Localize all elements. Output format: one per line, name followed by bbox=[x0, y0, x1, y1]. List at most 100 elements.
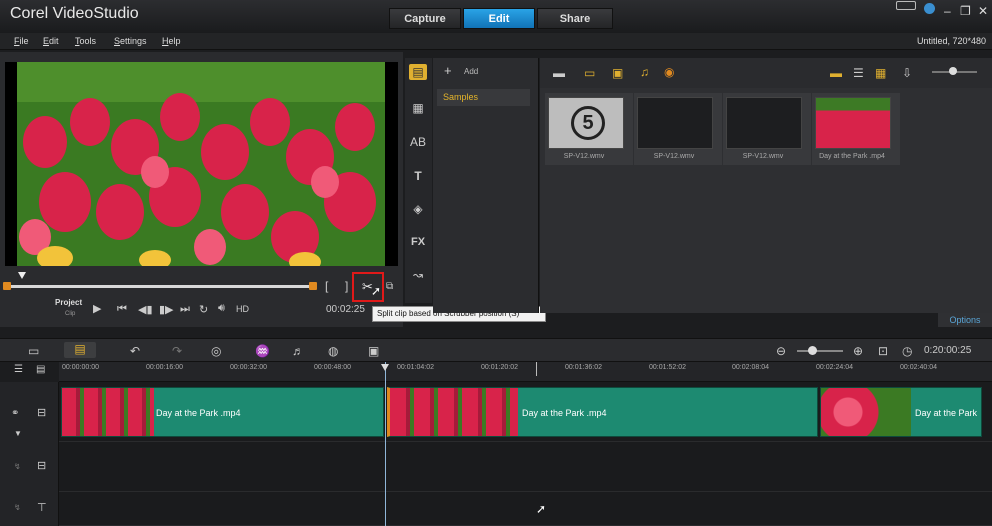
zoom-out-icon[interactable]: ⊖ bbox=[776, 344, 786, 358]
timeline-scrubber-head[interactable] bbox=[381, 364, 389, 371]
end-icon[interactable]: ⏭ bbox=[180, 303, 190, 316]
ruler-label: 00:02:40:04 bbox=[900, 364, 937, 371]
enlarge-icon[interactable]: ⧉ bbox=[386, 281, 393, 292]
volume-icon[interactable]: 🔊︎ bbox=[218, 302, 225, 315]
tab-capture[interactable]: Capture bbox=[389, 8, 461, 29]
video-thumbnail[interactable] bbox=[637, 97, 713, 149]
timeline-scrubber-line[interactable] bbox=[385, 362, 386, 526]
ruler-label: 00:00:48:00 bbox=[314, 364, 351, 371]
storyboard-view-icon[interactable]: ▭ bbox=[28, 344, 39, 358]
trim-end-handle[interactable] bbox=[309, 282, 317, 290]
preview-timecode[interactable]: 00:02:25 bbox=[326, 304, 365, 315]
clock-icon[interactable]: ◷ bbox=[902, 344, 912, 358]
expand-track-icon[interactable]: ▼ bbox=[14, 429, 22, 438]
timeline-view-icon[interactable]: ▤ bbox=[64, 342, 96, 358]
overlay-track-toggle-icon[interactable]: ↯ bbox=[14, 462, 21, 471]
next-frame-icon[interactable]: ▮▶ bbox=[159, 303, 174, 316]
menu-settings[interactable]: Settings bbox=[114, 36, 147, 46]
sort-icon[interactable]: ⇩ bbox=[902, 66, 912, 80]
previous-frame-icon[interactable]: ◀▮ bbox=[138, 303, 153, 316]
filter-icon[interactable]: FX bbox=[409, 234, 427, 250]
info-icon[interactable] bbox=[924, 3, 935, 14]
chapter-icon[interactable]: ▤ bbox=[36, 364, 45, 375]
thumbnail-size-knob[interactable] bbox=[949, 67, 957, 75]
clip-thumbnail bbox=[62, 388, 154, 436]
video-thumbnail[interactable] bbox=[726, 97, 802, 149]
title-icon[interactable]: T bbox=[409, 168, 427, 184]
thumbnail-view-icon[interactable]: ▬ bbox=[830, 66, 842, 80]
add-folder-label[interactable]: Add bbox=[464, 67, 478, 76]
title-track[interactable] bbox=[59, 492, 992, 526]
grid-view-icon[interactable]: ▦ bbox=[875, 66, 886, 80]
ruler-label: 00:00:16:00 bbox=[146, 364, 183, 371]
tab-share[interactable]: Share bbox=[537, 8, 613, 29]
tulip-thumbnail[interactable] bbox=[815, 97, 891, 149]
options-button[interactable]: Options bbox=[938, 313, 992, 327]
folder-icon[interactable]: ▬ bbox=[553, 66, 565, 80]
show-audio-icon[interactable]: ♫ bbox=[640, 65, 649, 79]
menu-file[interactable]: File bbox=[14, 36, 29, 46]
ruler-label: 00:01:20:02 bbox=[481, 364, 518, 371]
library-icon-bar: ▤ ▦ AB T ◈ FX ↝ bbox=[405, 58, 432, 303]
ruler-label: 00:02:24:04 bbox=[816, 364, 853, 371]
show-photos-icon[interactable]: ▣ bbox=[612, 66, 623, 80]
sound-mixer-icon[interactable]: ♒ bbox=[255, 344, 270, 358]
minimize-button[interactable]: – bbox=[944, 4, 951, 18]
ruler-label: 00:01:52:02 bbox=[649, 364, 686, 371]
motion-tracking-icon[interactable]: ◍ bbox=[328, 344, 338, 358]
overlay-track-icon[interactable]: ⊟ bbox=[37, 459, 46, 472]
mark-in-button[interactable]: [ bbox=[325, 279, 328, 293]
hd-toggle[interactable]: HD bbox=[236, 304, 249, 314]
show-videos-icon[interactable]: ▭ bbox=[584, 66, 595, 80]
track-manager-icon[interactable]: ☰ bbox=[14, 364, 23, 375]
project-mode-label[interactable]: Project bbox=[55, 298, 82, 307]
ruler-label: 00:01:36:02 bbox=[565, 364, 602, 371]
list-view-icon[interactable]: ☰ bbox=[853, 66, 864, 80]
path-icon[interactable]: ↝ bbox=[409, 267, 427, 283]
zoom-slider[interactable] bbox=[797, 350, 843, 352]
transition-icon[interactable]: AB bbox=[409, 134, 427, 150]
trim-bar[interactable] bbox=[6, 285, 316, 288]
subtitle-editor-icon[interactable]: ▣ bbox=[368, 344, 379, 358]
mark-out-button[interactable]: ] bbox=[345, 279, 348, 293]
menu-tools[interactable]: Tools bbox=[75, 36, 96, 46]
title-track-icon[interactable]: ⊤ bbox=[37, 501, 47, 514]
window-mode-icon[interactable] bbox=[896, 1, 916, 10]
record-capture-icon[interactable]: ◎ bbox=[211, 344, 221, 358]
video-clip-selected[interactable]: Day at the Park .mp4 bbox=[387, 387, 818, 437]
scrubber-head[interactable] bbox=[18, 272, 26, 279]
menu-edit[interactable]: Edit bbox=[43, 36, 59, 46]
import-icon[interactable]: ◉ bbox=[664, 65, 674, 79]
library-item-caption: SP-V12.wmv bbox=[563, 153, 605, 160]
redo-icon[interactable]: ↷ bbox=[172, 344, 182, 358]
trim-start-handle[interactable] bbox=[3, 282, 11, 290]
undo-icon[interactable]: ↶ bbox=[130, 344, 140, 358]
zoom-slider-knob[interactable] bbox=[808, 346, 817, 355]
close-button[interactable]: ✕ bbox=[978, 4, 988, 18]
title-track-toggle-icon[interactable]: ↯ bbox=[14, 503, 21, 512]
menu-bar: File Edit Tools Settings Help Untitled, … bbox=[0, 33, 992, 50]
fit-project-icon[interactable]: ⊡ bbox=[878, 344, 888, 358]
overlay-track[interactable] bbox=[59, 442, 992, 492]
repeat-icon[interactable]: ↻ bbox=[199, 303, 208, 316]
countdown-thumbnail[interactable]: 5 bbox=[548, 97, 624, 149]
tab-edit[interactable]: Edit bbox=[463, 8, 535, 29]
video-clip[interactable]: Day at the Park bbox=[820, 387, 982, 437]
samples-folder[interactable]: Samples bbox=[437, 89, 530, 106]
instant-project-icon[interactable]: ▦ bbox=[409, 100, 427, 116]
home-icon[interactable]: ⏮ bbox=[117, 303, 127, 316]
media-icon[interactable]: ▤ bbox=[409, 64, 427, 80]
menu-help[interactable]: Help bbox=[162, 36, 181, 46]
clip-mode-label[interactable]: Clip bbox=[65, 311, 75, 317]
add-icon[interactable]: + bbox=[444, 63, 452, 78]
video-clip[interactable]: Day at the Park .mp4 bbox=[61, 387, 384, 437]
timeline-ruler[interactable]: 00:00:00:00 00:00:16:00 00:00:32:00 00:0… bbox=[59, 362, 992, 382]
library-item-caption: Day at the Park .mp4 bbox=[819, 153, 885, 160]
video-track-icon[interactable]: ⊟ bbox=[37, 406, 46, 419]
play-icon[interactable]: ▶ bbox=[93, 302, 101, 315]
restore-button[interactable]: ❐ bbox=[960, 4, 971, 18]
auto-music-icon[interactable]: ♬ bbox=[292, 344, 304, 358]
zoom-in-icon[interactable]: ⊕ bbox=[853, 344, 863, 358]
video-track-visibility-icon[interactable]: ⚭ bbox=[11, 408, 19, 419]
graphic-icon[interactable]: ◈ bbox=[409, 201, 427, 217]
